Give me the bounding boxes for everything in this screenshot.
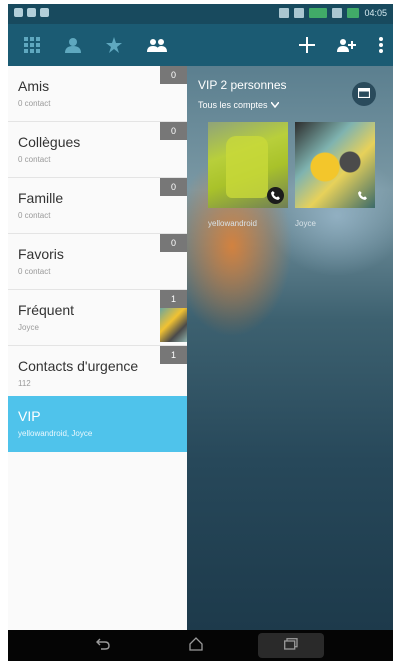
group-name: Famille	[18, 190, 64, 206]
top-toolbar	[8, 24, 393, 66]
group-count-badge: 0	[160, 178, 187, 196]
group-item-favoris[interactable]: Favoris 0 contact 0	[8, 234, 187, 290]
group-subtitle: 0 contact	[18, 99, 51, 108]
group-count-badge: 0	[160, 122, 187, 140]
home-button[interactable]	[176, 635, 216, 657]
mute-icon	[279, 8, 290, 18]
group-item-collegues[interactable]: Collègues 0 contact 0	[8, 122, 187, 178]
notification-icon	[14, 8, 23, 17]
accounts-filter-label: Tous les comptes	[198, 100, 268, 110]
contact-name: yellowandroid	[208, 219, 257, 228]
group-item-contacts-urgence[interactable]: Contacts d'urgence 112 1	[8, 346, 187, 402]
signal-icon	[309, 8, 328, 18]
accounts-filter-dropdown[interactable]: Tous les comptes	[198, 100, 279, 110]
navigation-bar	[8, 630, 393, 661]
group-list: Amis 0 contact 0 Collègues 0 contact 0 F…	[8, 66, 187, 630]
battery-icon	[347, 8, 360, 18]
wifi-icon	[294, 8, 305, 18]
recent-apps-icon	[284, 637, 298, 655]
export-icon	[357, 85, 371, 103]
notification-icon	[27, 8, 36, 17]
contact-card-joyce[interactable]	[295, 122, 375, 208]
overflow-menu-icon[interactable]	[369, 33, 393, 57]
notification-icons	[14, 8, 49, 17]
group-item-famille[interactable]: Famille 0 contact 0	[8, 178, 187, 234]
back-icon	[96, 637, 110, 655]
contact-name: Joyce	[295, 219, 316, 228]
vip-group-panel: VIP 2 personnes Tous les comptes yellowa…	[187, 66, 393, 630]
contact-icon[interactable]	[61, 33, 85, 57]
chevron-down-icon	[270, 102, 279, 108]
group-subtitle: 0 contact	[18, 267, 51, 276]
group-subtitle: 0 contact	[18, 155, 51, 164]
add-icon[interactable]	[295, 33, 319, 57]
system-icons: 04:05	[279, 8, 387, 18]
phone-icon[interactable]	[267, 187, 284, 204]
contact-card-yellowandroid[interactable]	[208, 122, 288, 208]
group-count-badge: 0	[160, 234, 187, 252]
group-count-badge: 0	[160, 66, 187, 84]
group-count-badge: 1	[160, 346, 187, 364]
star-icon[interactable]	[102, 33, 126, 57]
group-subtitle: 0 contact	[18, 211, 51, 220]
home-icon	[189, 636, 203, 656]
send-group-button[interactable]	[352, 82, 376, 106]
group-subtitle: yellowandroid, Joyce	[18, 429, 93, 438]
contact-thumbnail	[160, 308, 187, 342]
recent-apps-button[interactable]	[271, 635, 311, 657]
group-item-amis[interactable]: Amis 0 contact 0	[8, 66, 187, 122]
notification-icon	[40, 8, 49, 17]
group-title: VIP 2 personnes	[198, 78, 287, 92]
group-name: VIP	[18, 408, 41, 424]
contact-photo	[226, 136, 268, 198]
group-name: Collègues	[18, 134, 81, 150]
group-item-frequent[interactable]: Fréquent Joyce 1	[8, 290, 187, 346]
group-name: Contacts d'urgence	[18, 358, 139, 374]
sim-icon	[332, 8, 343, 18]
phone-screen: 04:05 Amis 0 contact 0 Collègues 0 conta…	[8, 4, 393, 661]
group-name: Amis	[18, 78, 50, 94]
group-count-badge: 1	[160, 290, 187, 308]
group-name: Fréquent	[18, 302, 75, 318]
dialpad-icon[interactable]	[20, 33, 44, 57]
groups-icon[interactable]	[145, 33, 169, 57]
status-bar: 04:05	[8, 4, 393, 24]
manage-groups-icon[interactable]	[335, 33, 359, 57]
group-item-vip[interactable]: VIP yellowandroid, Joyce	[8, 396, 187, 452]
group-name: Favoris	[18, 246, 64, 262]
clock: 04:05	[364, 8, 387, 18]
group-subtitle: 112	[18, 379, 31, 388]
group-subtitle: Joyce	[18, 323, 39, 332]
back-button[interactable]	[83, 635, 123, 657]
phone-icon[interactable]	[354, 187, 371, 204]
